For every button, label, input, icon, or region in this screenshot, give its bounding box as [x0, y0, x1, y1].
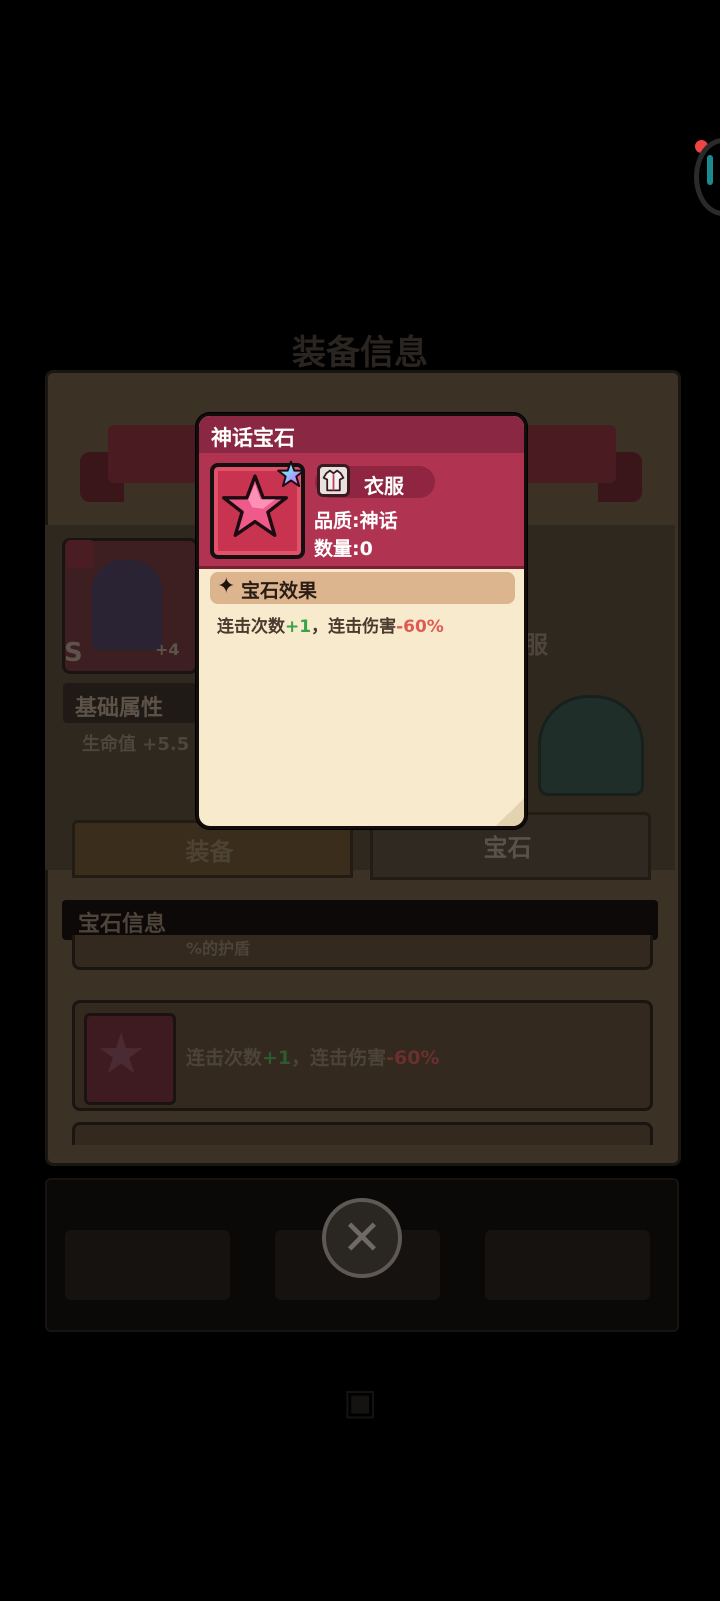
quality-label: 品质:神话 [314, 510, 398, 532]
hp-attr: 生命值 +5.5 [82, 734, 190, 755]
crown-icon [66, 540, 94, 568]
gem-row[interactable] [72, 1122, 653, 1145]
rainbow-star-icon [277, 460, 305, 488]
popup-title: 神话宝石 [211, 426, 295, 450]
tab-gem-label: 宝石 [483, 834, 532, 862]
action-button-left[interactable] [65, 1230, 230, 1300]
item-type-label: 衣服 [364, 474, 404, 498]
armor-icon [317, 464, 350, 497]
four-point-star-icon: ✦ [217, 574, 236, 599]
enhance-level: +4 [155, 640, 180, 659]
equipment-info-title: 装备信息 [292, 333, 428, 373]
action-button-right[interactable] [485, 1230, 650, 1300]
quantity-label: 数量:0 [314, 538, 373, 560]
timer-ring-progress [707, 155, 713, 185]
gem-row-text: 连击次数+1，连击伤害-60% [186, 1047, 440, 1069]
gem-info-label: 宝石信息 [78, 912, 167, 937]
base-attr-label: 基础属性 [75, 696, 164, 721]
rank-badge: S [64, 638, 83, 668]
gem-popup: 神话宝石 衣服 品质:神话 数量:0 ✦ 宝石效果 连击次数+1，连击伤害-60… [196, 413, 527, 829]
close-icon[interactable]: ✕ [322, 1198, 402, 1278]
gem-row[interactable] [72, 935, 653, 970]
effect-title: 宝石效果 [241, 580, 318, 602]
gem-row-text: %的护盾 [186, 939, 251, 958]
cloak-icon [92, 560, 162, 650]
display-case-icon [538, 695, 644, 796]
page-fold [496, 798, 524, 826]
tab-equipment-label: 装备 [185, 838, 234, 866]
effect-description: 连击次数+1，连击伤害-60% [217, 617, 444, 637]
ghost-icon: ▣ [342, 1382, 377, 1423]
star-icon: ★ [96, 1022, 147, 1087]
